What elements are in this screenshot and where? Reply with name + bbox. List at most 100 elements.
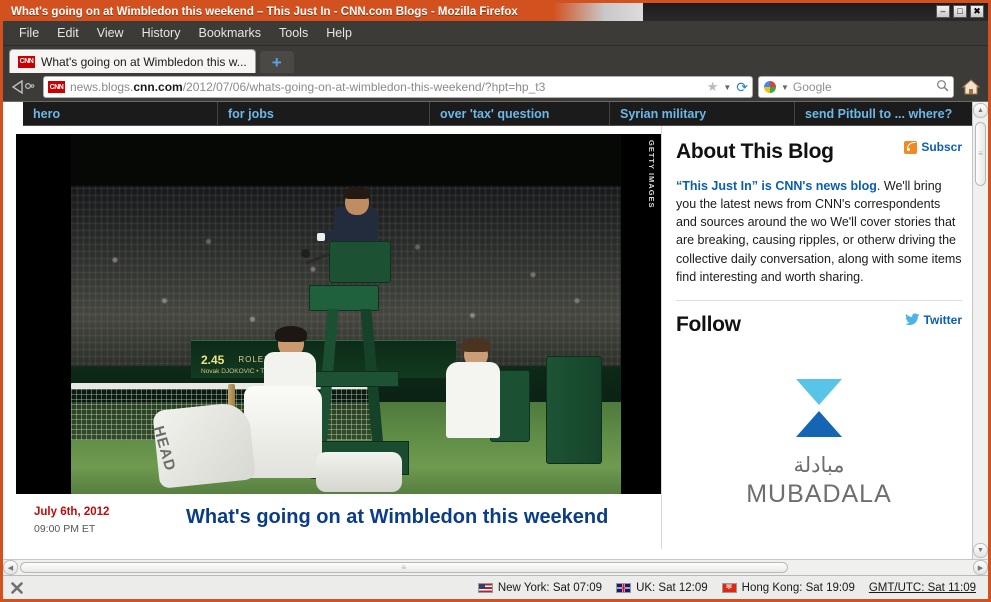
nav-link-pitbull[interactable]: send Pitbull to ... where? xyxy=(795,102,962,126)
uk-flag-icon xyxy=(616,582,632,593)
menu-help[interactable]: Help xyxy=(318,23,360,43)
search-input[interactable]: Google xyxy=(793,80,932,94)
left-gutter xyxy=(3,126,16,549)
sidebar-divider xyxy=(676,299,962,301)
mubadala-name: MUBADALA xyxy=(746,479,892,508)
horizontal-scroll-thumb[interactable]: ≡ xyxy=(20,562,789,573)
about-title: About This Blog xyxy=(676,140,834,163)
page-row: hero for jobs over 'tax' question Syrian… xyxy=(3,102,988,559)
us-flag-icon xyxy=(477,582,493,593)
browser-window: What's going on at Wimbledon this weeken… xyxy=(0,0,991,602)
cnn-body: 2.45 ROLEX Novak DJOKOVIC • T HEAD GETTY… xyxy=(3,126,972,549)
clock-new-york: New York: Sat 07:09 xyxy=(477,581,603,594)
logo-triangle-bottom xyxy=(796,410,842,437)
scroll-right-button[interactable]: ▶ xyxy=(973,560,988,575)
minimize-button[interactable]: – xyxy=(936,5,950,18)
mubadala-logo-icon xyxy=(796,378,842,437)
new-tab-button[interactable]: + xyxy=(259,51,294,73)
cnn-favicon-icon: CNN xyxy=(18,55,35,68)
subscribe-link[interactable]: Subscr xyxy=(904,140,962,154)
chair-seat xyxy=(329,241,391,283)
vertical-scrollbar[interactable]: ▲ ≡ ▼ xyxy=(972,102,988,559)
second-bag xyxy=(316,452,402,492)
tab-label: What's going on at Wimbledon this w... xyxy=(41,54,247,69)
window-title: What's going on at Wimbledon this weeken… xyxy=(11,6,518,18)
article-meta: July 6th, 2012 09:00 PM ET xyxy=(16,506,186,535)
towel-on-chair xyxy=(244,386,322,478)
nav-link-tax-question[interactable]: over 'tax' question xyxy=(430,102,610,126)
clock-new-york-label: New York: Sat 07:09 xyxy=(497,581,603,594)
umpire-hair xyxy=(344,187,370,199)
search-bar[interactable]: ▼ Google xyxy=(758,76,954,98)
player-two-body xyxy=(446,362,500,438)
follow-title: Follow xyxy=(676,312,741,336)
navigation-toolbar: CNN news.blogs.cnn.com/2012/07/06/whats-… xyxy=(3,73,988,101)
chevron-down-icon[interactable]: ▼ xyxy=(723,83,731,92)
site-identity-icon: CNN xyxy=(48,81,65,93)
article-time: 09:00 PM ET xyxy=(34,523,96,535)
nav-link-for-jobs[interactable]: for jobs xyxy=(218,102,430,126)
mubadala-ad[interactable]: مبادلة MUBADALA xyxy=(676,378,962,509)
search-engine-chevron-icon[interactable]: ▼ xyxy=(781,83,789,92)
home-icon[interactable] xyxy=(959,79,983,95)
page-viewport: hero for jobs over 'tax' question Syrian… xyxy=(3,101,988,575)
menu-file[interactable]: File xyxy=(11,23,47,43)
clock-gmt[interactable]: GMT/UTC: Sat 11:09 xyxy=(869,582,976,594)
url-prefix: news.blogs. xyxy=(70,80,134,94)
clock-hong-kong-label: Hong Kong: Sat 19:09 xyxy=(741,581,855,594)
menu-bookmarks[interactable]: Bookmarks xyxy=(190,23,269,43)
umpire-cuff xyxy=(317,233,325,241)
twitter-label: Twitter xyxy=(923,313,962,328)
menu-history[interactable]: History xyxy=(134,23,189,43)
article-date: July 6th, 2012 xyxy=(34,506,110,518)
photo-left-letterbox xyxy=(16,134,71,494)
tab-wimbledon[interactable]: CNN What's going on at Wimbledon this w.… xyxy=(9,49,256,73)
chair-platform xyxy=(303,371,399,387)
menu-tools[interactable]: Tools xyxy=(271,23,316,43)
page-content: hero for jobs over 'tax' question Syrian… xyxy=(3,102,972,559)
scroll-left-button[interactable]: ◀ xyxy=(3,560,18,575)
back-forward-icon[interactable] xyxy=(8,76,38,98)
horizontal-scrollbar[interactable]: ◀ ≡ ▶ xyxy=(3,559,988,575)
nav-link-hero[interactable]: hero xyxy=(23,102,218,126)
microphone-icon xyxy=(301,249,310,258)
search-icon[interactable] xyxy=(936,79,949,95)
scroll-up-button[interactable]: ▲ xyxy=(973,103,988,118)
scroll-down-button[interactable]: ▼ xyxy=(973,543,988,558)
status-bar: New York: Sat 07:09 UK: Sat 12:09 Hong K… xyxy=(3,575,988,599)
player-two-hair xyxy=(461,338,491,352)
follow-header-row: Follow Twitter xyxy=(676,313,962,337)
window-controls: – □ ✖ xyxy=(936,5,984,18)
about-text: “This Just In” is CNN's news blog. We'll… xyxy=(676,177,962,286)
menu-view[interactable]: View xyxy=(89,23,132,43)
sidebar: About This Blog Subscr “This Just In” is… xyxy=(661,126,972,549)
tab-bar: CNN What's going on at Wimbledon this w.… xyxy=(3,46,988,73)
nav-link-syrian-military[interactable]: Syrian military xyxy=(610,102,795,126)
reload-icon[interactable]: ⟳ xyxy=(736,79,748,96)
address-bar[interactable]: CNN news.blogs.cnn.com/2012/07/06/whats-… xyxy=(43,76,753,98)
scoreboard-players: Novak DJOKOVIC • T xyxy=(201,368,265,375)
bookmark-star-icon[interactable]: ★ xyxy=(707,79,719,95)
menu-edit[interactable]: Edit xyxy=(49,23,87,43)
twitter-bird-icon xyxy=(904,313,920,328)
subscribe-label: Subscr xyxy=(921,140,962,154)
article-column: 2.45 ROLEX Novak DJOKOVIC • T HEAD GETTY… xyxy=(16,126,661,549)
article-headline[interactable]: What's going on at Wimbledon this weeken… xyxy=(186,506,608,529)
rss-icon xyxy=(904,140,918,154)
maximize-button[interactable]: □ xyxy=(953,5,967,18)
url-text: news.blogs.cnn.com/2012/07/06/whats-goin… xyxy=(70,80,702,94)
url-path: /2012/07/06/whats-going-on-at-wimbledon-… xyxy=(182,80,546,94)
cnn-top-nav: hero for jobs over 'tax' question Syrian… xyxy=(23,102,972,126)
menu-bar: File Edit View History Bookmarks Tools H… xyxy=(3,21,988,46)
close-icon[interactable] xyxy=(9,580,25,596)
twitter-link[interactable]: Twitter xyxy=(904,313,962,328)
close-button[interactable]: ✖ xyxy=(970,5,984,18)
photo-scene: 2.45 ROLEX Novak DJOKOVIC • T HEAD GETTY… xyxy=(16,134,661,494)
about-lead: “This Just In” is CNN's news blog xyxy=(676,179,877,193)
vertical-scroll-thumb[interactable]: ≡ xyxy=(975,122,986,186)
hk-flag-icon xyxy=(721,582,737,593)
article-photo: 2.45 ROLEX Novak DJOKOVIC • T HEAD GETTY… xyxy=(16,134,661,494)
green-bin xyxy=(546,356,602,464)
google-icon xyxy=(763,80,777,94)
about-header-row: About This Blog Subscr xyxy=(676,140,962,164)
